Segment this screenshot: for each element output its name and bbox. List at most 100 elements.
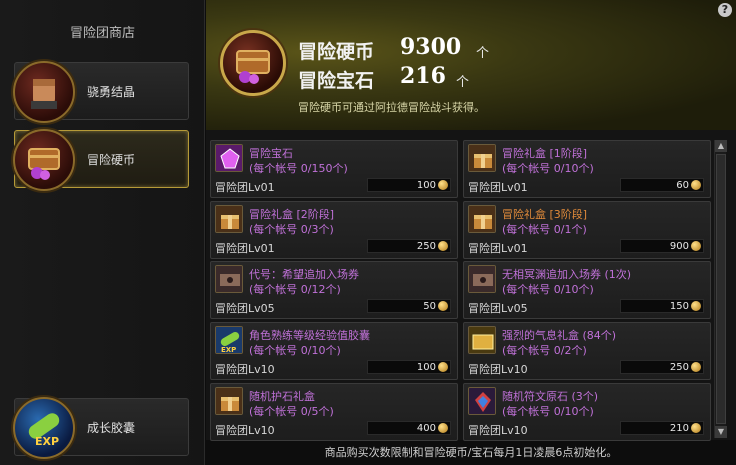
gift-box-icon bbox=[468, 205, 496, 233]
treasure-chest-icon bbox=[220, 30, 286, 96]
item-required-level: 冒险团Lv10 bbox=[468, 363, 528, 376]
coin-icon bbox=[691, 180, 701, 190]
ticket-icon bbox=[215, 265, 243, 293]
help-button[interactable]: ? bbox=[718, 3, 732, 17]
item-price-value: 400 bbox=[416, 423, 436, 434]
currency-description: 冒险硬币可通过阿拉德冒险战斗获得。 bbox=[298, 101, 485, 114]
treasure-chest-icon bbox=[13, 129, 75, 191]
gift-box-icon bbox=[215, 387, 243, 415]
coin-icon bbox=[691, 301, 701, 311]
shop-item-card[interactable]: 冒险礼盒 [3阶段] (每个帐号 0/1个) 冒险团Lv01 900 bbox=[463, 201, 711, 259]
shop-item-card[interactable]: EXP 角色熟练等级经验值胶囊 (每个帐号 0/10个) 冒险团Lv10 100 bbox=[210, 322, 458, 380]
coin-icon bbox=[438, 180, 448, 190]
gem-label: 冒险宝石 bbox=[298, 70, 375, 92]
scrollbar-thumb[interactable] bbox=[716, 154, 726, 424]
item-purchase-limit: (每个帐号 0/10个) bbox=[502, 405, 594, 418]
item-price: 100 bbox=[367, 178, 451, 192]
coin-icon bbox=[691, 362, 701, 372]
item-price-value: 60 bbox=[676, 180, 689, 191]
item-name: 强烈的气息礼盒 (84个) bbox=[502, 329, 617, 342]
item-price-value: 250 bbox=[669, 362, 689, 373]
coin-icon bbox=[691, 241, 701, 251]
coin-icon bbox=[438, 241, 448, 251]
item-name: 无相冥渊追加入场券 (1次) bbox=[502, 268, 632, 281]
ticket-icon bbox=[468, 265, 496, 293]
item-required-level: 冒险团Lv01 bbox=[468, 181, 528, 194]
coin-value: 9300 bbox=[400, 34, 462, 60]
sidebar-item-valor-crystal[interactable]: 骁勇结晶 bbox=[13, 61, 189, 123]
item-name: 冒险礼盒 [2阶段] bbox=[249, 208, 335, 221]
coin-unit: 个 bbox=[476, 46, 490, 61]
shop-item-card[interactable]: 无相冥渊追加入场券 (1次) (每个帐号 0/10个) 冒险团Lv05 150 bbox=[463, 261, 711, 319]
currency-header: 冒险硬币 9300 个 冒险宝石 216 个 冒险硬币可通过阿拉德冒险战斗获得。… bbox=[206, 0, 736, 130]
item-name: 冒险礼盒 [1阶段] bbox=[502, 147, 588, 160]
item-price: 400 bbox=[367, 421, 451, 435]
exp-capsule-icon: EXP bbox=[13, 397, 75, 459]
scroll-down-arrow-icon[interactable]: ▼ bbox=[715, 426, 727, 438]
item-required-level: 冒险团Lv05 bbox=[215, 302, 275, 315]
gem-value: 216 bbox=[400, 63, 446, 89]
purple-gem-icon bbox=[215, 144, 243, 172]
shop-item-list: 冒险宝石 (每个帐号 0/150个) 冒险团Lv01 100 冒险礼盒 [1阶段] (每个… bbox=[206, 130, 736, 441]
item-purchase-limit: (每个帐号 0/3个) bbox=[249, 223, 334, 236]
item-price-value: 210 bbox=[669, 423, 689, 434]
item-price-value: 100 bbox=[416, 180, 436, 191]
item-required-level: 冒险团Lv01 bbox=[468, 242, 528, 255]
reset-notice: 商品购买次数限制和冒险硬币/宝石每月1日凌晨6点初始化。 bbox=[324, 446, 618, 459]
shop-item-card[interactable]: 冒险礼盒 [2阶段] (每个帐号 0/3个) 冒险团Lv01 250 bbox=[210, 201, 458, 259]
item-name: 随机符文原石 (3个) bbox=[502, 390, 599, 403]
gift-box-icon bbox=[215, 205, 243, 233]
coin-icon bbox=[438, 423, 448, 433]
sidebar-item-adventure-coin[interactable]: 冒险硬币 bbox=[13, 129, 189, 191]
item-name: 冒险宝石 bbox=[249, 147, 293, 160]
item-required-level: 冒险团Lv10 bbox=[215, 363, 275, 376]
item-purchase-limit: (每个帐号 0/5个) bbox=[249, 405, 334, 418]
fist-icon bbox=[13, 61, 75, 123]
item-price: 250 bbox=[367, 239, 451, 253]
sidebar-item-label: 骁勇结晶 bbox=[87, 85, 136, 99]
item-required-level: 冒险团Lv01 bbox=[215, 242, 275, 255]
rune-stone-icon bbox=[468, 387, 496, 415]
item-name: 代号：希望追加入场券 bbox=[249, 268, 359, 281]
item-price: 150 bbox=[620, 299, 704, 313]
gold-chest-icon bbox=[468, 326, 496, 354]
sidebar-item-label: 冒险硬币 bbox=[87, 153, 136, 167]
shop-item-card[interactable]: 随机护石礼盒 (每个帐号 0/5个) 冒险团Lv10 400 bbox=[210, 383, 458, 441]
item-price: 100 bbox=[367, 360, 451, 374]
item-name: 冒险礼盒 [3阶段] bbox=[502, 208, 588, 221]
item-list-scrollbar[interactable]: ▲ ▼ bbox=[714, 140, 727, 438]
coin-icon bbox=[438, 301, 448, 311]
item-price-value: 100 bbox=[416, 362, 436, 373]
gem-unit: 个 bbox=[456, 75, 470, 90]
scroll-up-arrow-icon[interactable]: ▲ bbox=[715, 140, 727, 152]
item-purchase-limit: (每个帐号 0/2个) bbox=[502, 344, 587, 357]
item-price: 250 bbox=[620, 360, 704, 374]
item-required-level: 冒险团Lv01 bbox=[215, 181, 275, 194]
sidebar-item-growth-capsule[interactable]: EXP 成长胶囊 bbox=[13, 397, 189, 459]
gift-box-icon bbox=[468, 144, 496, 172]
item-price-value: 250 bbox=[416, 241, 436, 252]
item-required-level: 冒险团Lv10 bbox=[215, 424, 275, 437]
coin-icon bbox=[691, 423, 701, 433]
item-required-level: 冒险团Lv05 bbox=[468, 302, 528, 315]
item-price: 900 bbox=[620, 239, 704, 253]
item-price: 50 bbox=[367, 299, 451, 313]
shop-item-card[interactable]: 随机符文原石 (3个) (每个帐号 0/10个) 冒险团Lv10 210 bbox=[463, 383, 711, 441]
shop-item-card[interactable]: 冒险礼盒 [1阶段] (每个帐号 0/10个) 冒险团Lv01 60 bbox=[463, 140, 711, 198]
svg-text:EXP: EXP bbox=[35, 435, 59, 448]
svg-text:EXP: EXP bbox=[221, 346, 236, 354]
sidebar-title: 冒险团商店 bbox=[69, 26, 135, 41]
item-purchase-limit: (每个帐号 0/1个) bbox=[502, 223, 587, 236]
item-purchase-limit: (每个帐号 0/10个) bbox=[502, 162, 594, 175]
item-price: 210 bbox=[620, 421, 704, 435]
item-price-value: 150 bbox=[669, 301, 689, 312]
shop-item-card[interactable]: 冒险宝石 (每个帐号 0/150个) 冒险团Lv01 100 bbox=[210, 140, 458, 198]
item-required-level: 冒险团Lv10 bbox=[468, 424, 528, 437]
shop-item-card[interactable]: 强烈的气息礼盒 (84个) (每个帐号 0/2个) 冒险团Lv10 250 bbox=[463, 322, 711, 380]
item-price-value: 900 bbox=[669, 241, 689, 252]
shop-sidebar: 冒险团商店 骁勇结晶 冒险硬币 EXP 成长胶囊 bbox=[0, 0, 205, 465]
shop-item-card[interactable]: 代号：希望追加入场券 (每个帐号 0/12个) 冒险团Lv05 50 bbox=[210, 261, 458, 319]
item-purchase-limit: (每个帐号 0/12个) bbox=[249, 283, 341, 296]
item-name: 随机护石礼盒 bbox=[249, 390, 315, 403]
item-name: 角色熟练等级经验值胶囊 bbox=[249, 329, 370, 342]
